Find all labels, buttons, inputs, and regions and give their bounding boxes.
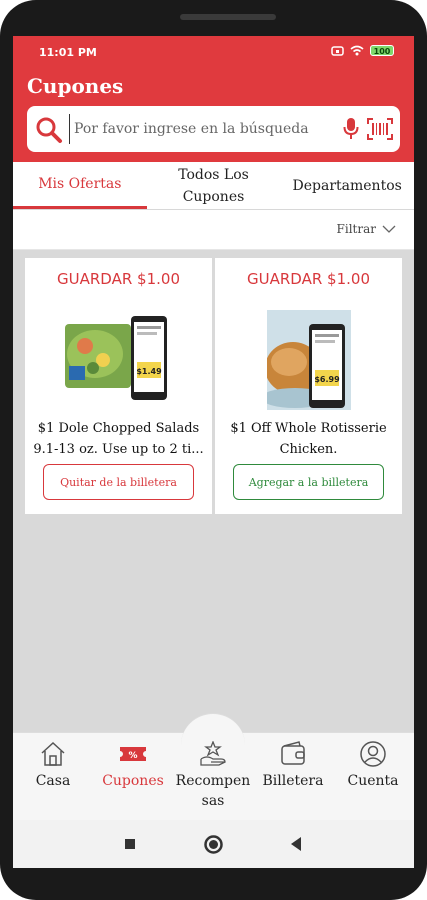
coupon-list: GUARDAR $1.00 $1.49 $1 Dole Chopped Sala… bbox=[13, 250, 414, 740]
filter-button[interactable]: Filtrar bbox=[337, 222, 396, 236]
app-screen: 11:01 PM 100 Cupones Mis Ofertas Todos L… bbox=[13, 36, 414, 868]
coupon-image-price: $6.99 bbox=[314, 375, 340, 384]
add-to-wallet-button[interactable]: Agregar a la billetera bbox=[233, 464, 384, 500]
phone-speaker bbox=[180, 14, 276, 20]
coupon-card[interactable]: GUARDAR $1.00 $1.49 $1 Dole Chopped Sala… bbox=[25, 258, 212, 514]
home-icon bbox=[41, 741, 65, 766]
rewards-icon bbox=[200, 741, 226, 766]
nav-item-billetera[interactable]: Billetera bbox=[253, 741, 333, 791]
battery-icon: 100 bbox=[370, 45, 394, 56]
nav-item-cupones[interactable]: % Cupones bbox=[93, 741, 173, 791]
wifi-icon bbox=[350, 45, 364, 56]
coupon-description: $1 Off Whole Rotisserie Chicken. bbox=[230, 421, 387, 457]
barcode-scanner-icon[interactable] bbox=[367, 118, 393, 140]
search-bar[interactable] bbox=[27, 106, 400, 152]
app-header: Cupones bbox=[13, 68, 414, 162]
status-time: 11:01 PM bbox=[39, 46, 97, 59]
chevron-down-icon bbox=[382, 225, 396, 233]
tab-label: Departamentos bbox=[292, 177, 402, 194]
coupon-image-dole-salad: $1.49 bbox=[65, 316, 167, 400]
nav-label: Billetera bbox=[262, 773, 324, 789]
tab-label: Todos Los Cupones bbox=[178, 166, 249, 205]
phone-frame: 11:01 PM 100 Cupones Mis Ofertas Todos L… bbox=[0, 0, 427, 900]
coupon-save-amount: GUARDAR $1.00 bbox=[247, 270, 370, 288]
nav-label: Recompensas bbox=[175, 773, 251, 809]
search-icon[interactable] bbox=[35, 116, 63, 144]
back-icon[interactable] bbox=[289, 836, 303, 852]
coupon-card[interactable]: GUARDAR $1.00 $6.99 $1 Off Whole Rotisse… bbox=[215, 258, 402, 514]
account-icon bbox=[360, 741, 386, 767]
coupon-save-amount: GUARDAR $1.00 bbox=[57, 270, 180, 288]
wallet-icon bbox=[281, 741, 305, 765]
recent-apps-icon[interactable] bbox=[124, 838, 136, 850]
alarm-icon bbox=[331, 46, 344, 56]
search-input[interactable] bbox=[69, 114, 319, 144]
page-title: Cupones bbox=[27, 74, 124, 98]
microphone-icon[interactable] bbox=[343, 117, 359, 141]
nav-item-recompensas[interactable]: Recompensas bbox=[173, 741, 253, 811]
coupon-image-price: $1.49 bbox=[136, 367, 162, 376]
coupon-description: $1 Dole Chopped Salads 9.1-13 oz. Use up… bbox=[33, 421, 204, 457]
nav-label: Cupones bbox=[102, 773, 164, 789]
coupon-tabs: Mis Ofertas Todos Los Cupones Departamen… bbox=[13, 162, 414, 210]
bottom-nav: Casa % Cupones Recompensas Billetera Cue… bbox=[13, 713, 414, 820]
home-button-icon[interactable] bbox=[204, 835, 223, 854]
tab-todos-los-cupones[interactable]: Todos Los Cupones bbox=[147, 162, 281, 209]
tab-mis-ofertas[interactable]: Mis Ofertas bbox=[13, 162, 147, 209]
nav-item-casa[interactable]: Casa bbox=[13, 741, 93, 791]
status-bar: 11:01 PM 100 bbox=[13, 36, 414, 68]
filter-row: Filtrar bbox=[13, 210, 414, 250]
nav-label: Cuenta bbox=[347, 773, 399, 789]
tab-departamentos[interactable]: Departamentos bbox=[280, 162, 414, 209]
status-icons: 100 bbox=[331, 45, 394, 56]
remove-from-wallet-button[interactable]: Quitar de la billetera bbox=[43, 464, 194, 500]
android-nav-bar bbox=[13, 820, 414, 868]
coupon-image-rotisserie-chicken: $6.99 bbox=[267, 310, 351, 410]
nav-item-cuenta[interactable]: Cuenta bbox=[333, 741, 413, 791]
filter-label: Filtrar bbox=[336, 222, 376, 236]
svg-text:%: % bbox=[128, 751, 137, 761]
nav-label: Casa bbox=[35, 773, 71, 789]
coupon-icon: % bbox=[120, 747, 146, 761]
